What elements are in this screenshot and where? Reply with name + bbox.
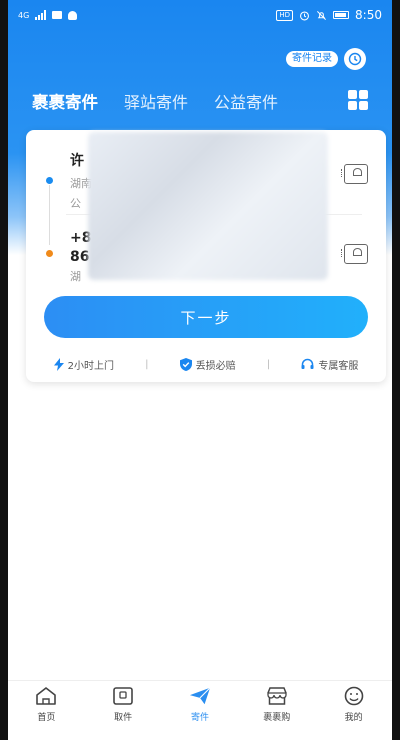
profile-icon [343, 685, 365, 707]
mute-icon [317, 10, 327, 20]
tab-guoguo-send[interactable]: 裹裹寄件 [32, 89, 98, 113]
nav-profile-label: 我的 [344, 712, 363, 723]
shop-icon [266, 685, 288, 707]
sender-contacts-icon[interactable] [341, 164, 368, 184]
hd-badge: HD [276, 9, 294, 21]
feature-exclusive-service: 专属客服 [301, 357, 358, 372]
feature-label: 2小时上门 [67, 360, 114, 372]
clock-icon [348, 52, 362, 66]
message-icon [52, 11, 63, 19]
app-screen: 4G HD 8:50 寄件记录 裹裹寄件 驿站寄件 公益寄件 许 湖南 公 +8… [0, 0, 400, 740]
nav-pickup-label: 取件 [114, 712, 133, 723]
notification-icon [68, 10, 78, 20]
next-step-button[interactable]: 下一步 [44, 296, 368, 338]
route-line [49, 185, 50, 245]
blurred-privacy-region [88, 132, 328, 280]
lightning-icon [53, 357, 64, 371]
bottom-navigation: 首页 取件 寄件 裹裹购 我的 [8, 680, 392, 726]
nav-profile[interactable]: 我的 [324, 685, 384, 723]
feature-2h-pickup: 2小时上门 [53, 357, 114, 372]
service-features: 2小时上门 | 丢损必赔 | 专属客服 [26, 354, 386, 374]
battery-icon [333, 11, 350, 19]
tab-charity-send[interactable]: 公益寄件 [214, 89, 278, 113]
nav-shop[interactable]: 裹裹购 [247, 685, 307, 723]
tab-station-send[interactable]: 驿站寄件 [124, 89, 188, 113]
receiver-dot [46, 250, 53, 257]
shipping-record-button[interactable]: 寄件记录 [286, 51, 338, 67]
clock-button[interactable] [344, 48, 366, 70]
status-bar: 4G HD 8:50 [8, 0, 392, 30]
receiver-contacts-icon[interactable] [341, 244, 368, 264]
headset-icon [301, 358, 314, 369]
nav-pickup[interactable]: 取件 [93, 685, 153, 723]
pickup-icon [112, 685, 134, 707]
nav-send[interactable]: 寄件 [170, 685, 230, 723]
feature-separator: | [266, 358, 271, 370]
grid-menu-icon[interactable] [348, 90, 368, 110]
status-time: 8:50 [355, 8, 382, 22]
feature-separator: | [145, 358, 149, 370]
nav-home-label: 首页 [37, 712, 56, 723]
address-card: 许 湖南 公 +8 86 湖 下一步 2小时上门 | 丢损必赔 | 专属客服 [26, 130, 386, 382]
nav-send-label: 寄件 [190, 712, 209, 723]
feature-label: 丢损必赔 [195, 360, 236, 372]
sender-dot [46, 177, 53, 184]
feature-loss-compensation: 丢损必赔 [179, 357, 236, 372]
shipping-tabs: 裹裹寄件 驿站寄件 公益寄件 [32, 88, 368, 114]
paper-plane-icon [189, 685, 211, 707]
record-row: 寄件记录 [286, 48, 366, 70]
signal-icon [35, 10, 47, 20]
network-label: 4G [18, 10, 30, 20]
nav-shop-label: 裹裹购 [263, 712, 291, 723]
alarm-icon [300, 10, 310, 20]
nav-home[interactable]: 首页 [16, 685, 76, 723]
home-icon [35, 685, 57, 707]
shield-check-icon [179, 357, 192, 371]
feature-label: 专属客服 [318, 360, 359, 372]
